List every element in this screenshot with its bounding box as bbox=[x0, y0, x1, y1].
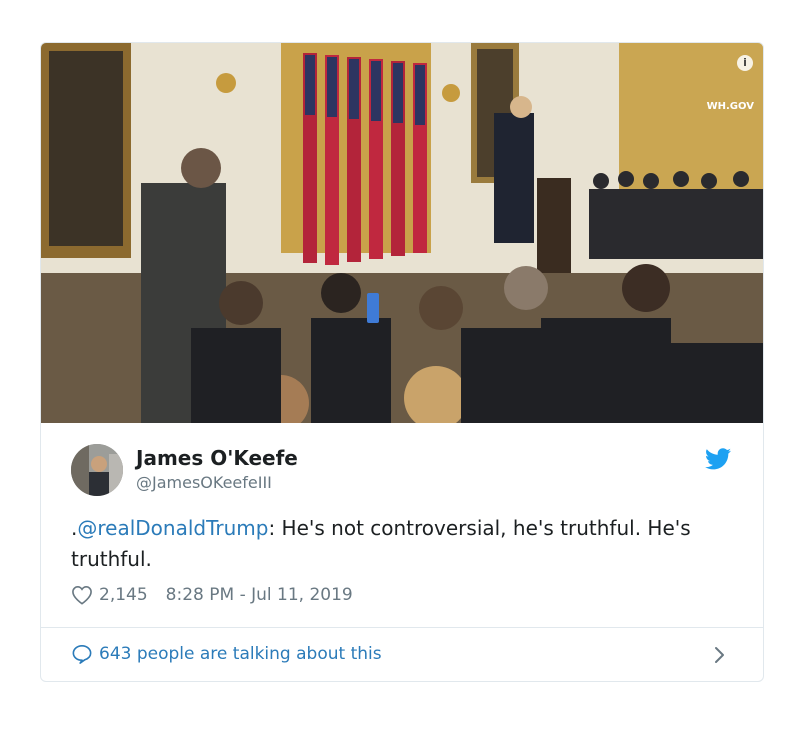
tweet-text: .@realDonaldTrump: He's not controversia… bbox=[71, 513, 731, 575]
tweet-meta: 2,145 8:28 PM - Jul 11, 2019 bbox=[71, 585, 353, 605]
tweet-photo[interactable]: WH.GOV i bbox=[41, 43, 763, 423]
heart-icon[interactable] bbox=[71, 585, 93, 605]
conversation-count[interactable]: 643 people are talking about this bbox=[99, 644, 382, 664]
author-avatar[interactable] bbox=[71, 444, 123, 496]
tweet-timestamp[interactable]: 8:28 PM - Jul 11, 2019 bbox=[166, 585, 353, 605]
tweet-card: WH.GOV i James O'Keefe @JamesOKeefeIII .… bbox=[40, 42, 764, 682]
author-handle[interactable]: @JamesOKeefeIII bbox=[136, 473, 272, 492]
speech-bubble-icon bbox=[72, 645, 92, 664]
author-name[interactable]: James O'Keefe bbox=[136, 446, 298, 470]
like-count[interactable]: 2,145 bbox=[99, 585, 148, 605]
conversation-link[interactable]: 643 people are talking about this bbox=[71, 644, 382, 664]
chevron-right-icon[interactable] bbox=[713, 644, 727, 666]
photo-watermark: WH.GOV bbox=[707, 101, 755, 112]
info-icon[interactable]: i bbox=[737, 55, 753, 71]
twitter-bird-icon[interactable] bbox=[705, 448, 731, 470]
mention-link[interactable]: @realDonaldTrump bbox=[77, 516, 268, 540]
tweet-footer[interactable]: 643 people are talking about this bbox=[41, 627, 763, 681]
event-photo-illustration: WH.GOV bbox=[41, 43, 763, 423]
